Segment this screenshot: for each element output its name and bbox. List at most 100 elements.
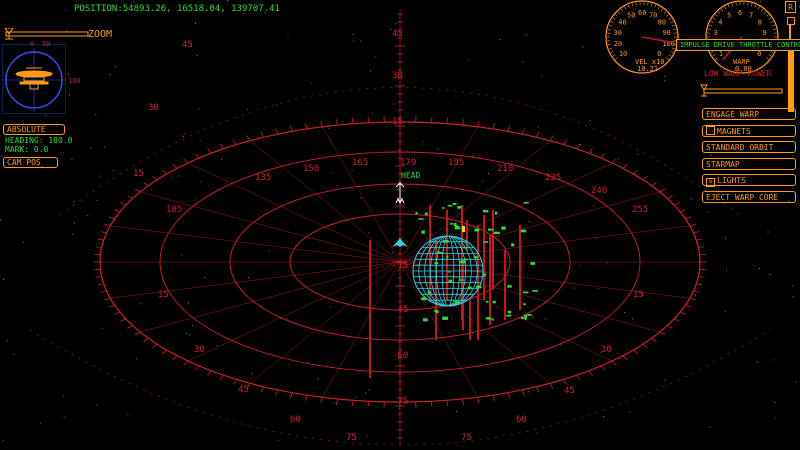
star bbox=[767, 231, 769, 233]
ring-tick bbox=[95, 246, 102, 248]
bearing-spoke bbox=[140, 191, 401, 263]
star bbox=[695, 294, 696, 296]
warp-power-slider[interactable] bbox=[700, 83, 784, 97]
ring-tick bbox=[183, 360, 189, 366]
star bbox=[71, 158, 73, 160]
star bbox=[101, 327, 103, 329]
impulse-tick-label: 30 bbox=[614, 29, 622, 37]
debris-chunk bbox=[436, 252, 443, 254]
checkbox-icon[interactable] bbox=[706, 125, 715, 135]
star bbox=[597, 288, 599, 290]
magnets-button[interactable]: MAGNETS bbox=[702, 124, 796, 137]
star bbox=[99, 175, 101, 177]
ring-tick bbox=[172, 355, 178, 360]
star bbox=[68, 94, 70, 96]
impulse-tick-label: 90 bbox=[662, 29, 670, 37]
star bbox=[172, 177, 174, 179]
ring-tick bbox=[134, 331, 141, 336]
star bbox=[707, 211, 709, 213]
bearing-spoke bbox=[399, 225, 690, 263]
star bbox=[40, 422, 42, 424]
ring-tick bbox=[120, 202, 127, 206]
star bbox=[268, 250, 270, 252]
standard-orbit-button[interactable]: STANDARD ORBIT bbox=[702, 141, 796, 154]
star bbox=[522, 61, 524, 63]
impulse-tick-label: 0 bbox=[657, 50, 661, 58]
button-label: MAGNETS bbox=[717, 126, 751, 136]
debris-chunk bbox=[447, 204, 453, 207]
debris-chunk bbox=[523, 202, 529, 204]
star bbox=[181, 254, 183, 256]
star bbox=[277, 439, 279, 441]
ring-tick bbox=[521, 128, 525, 135]
debris-chunk bbox=[442, 316, 449, 320]
ring-tick bbox=[305, 395, 308, 401]
pitch-label: -75 bbox=[392, 397, 408, 407]
star bbox=[759, 136, 761, 138]
star bbox=[127, 414, 129, 416]
player-ship-icon[interactable] bbox=[392, 238, 408, 247]
star bbox=[151, 188, 153, 190]
bearing-label: 179 bbox=[400, 158, 416, 168]
minimap[interactable] bbox=[1, 43, 67, 115]
lights-button[interactable]: × LIGHTS bbox=[702, 174, 796, 188]
star bbox=[195, 22, 196, 24]
star bbox=[774, 417, 776, 419]
starmap-button[interactable]: STARMAP bbox=[702, 157, 796, 170]
debris-chunk bbox=[527, 314, 532, 316]
star bbox=[65, 9, 67, 11]
debris-chunk bbox=[448, 270, 451, 273]
ring-tick bbox=[260, 386, 265, 393]
ring-tick bbox=[127, 325, 133, 329]
bearing-spoke bbox=[399, 140, 551, 263]
star bbox=[472, 155, 474, 157]
ring-tick bbox=[611, 158, 617, 164]
debris-chunk bbox=[424, 212, 428, 215]
star bbox=[45, 115, 47, 117]
absolute-button[interactable]: ABSOLUTE bbox=[3, 124, 65, 135]
star bbox=[355, 397, 357, 399]
ring-tick bbox=[289, 392, 293, 399]
throttle-bar[interactable] bbox=[788, 44, 794, 112]
reset-r-button[interactable]: R bbox=[785, 1, 796, 13]
star bbox=[395, 23, 397, 25]
debris-chunk bbox=[494, 231, 500, 235]
debris-chunk bbox=[450, 223, 453, 225]
eject-warp-core-button[interactable]: EJECT WARP CORE bbox=[702, 191, 796, 203]
ring-tick bbox=[689, 223, 696, 227]
ring-tick bbox=[233, 379, 237, 385]
ring-tick bbox=[642, 343, 648, 349]
star bbox=[709, 426, 711, 428]
engage-warp-button[interactable]: ENGAGE WARP bbox=[702, 108, 796, 120]
star bbox=[606, 262, 608, 264]
ring-tick bbox=[689, 297, 696, 301]
debris-chunk bbox=[452, 203, 457, 205]
debris-chunk bbox=[463, 258, 469, 261]
debris-chunk bbox=[473, 256, 479, 259]
impulse-tick-label: 50 bbox=[627, 12, 635, 20]
star bbox=[756, 361, 758, 363]
ring-tick bbox=[100, 231, 107, 234]
star bbox=[196, 54, 198, 56]
debris-chunk bbox=[501, 226, 506, 230]
star bbox=[95, 114, 97, 116]
ring-tick bbox=[104, 223, 111, 227]
ring-tick bbox=[430, 116, 433, 123]
checkbox-icon[interactable]: × bbox=[706, 178, 715, 188]
ring-tick bbox=[351, 117, 354, 124]
ring-tick bbox=[651, 182, 657, 187]
star bbox=[178, 175, 180, 177]
button-label: STANDARD ORBIT bbox=[706, 143, 774, 153]
ring-tick bbox=[97, 283, 104, 286]
ring-tick bbox=[492, 395, 495, 401]
star bbox=[573, 287, 575, 289]
cam-pos-button[interactable]: CAM POS bbox=[3, 157, 58, 168]
star bbox=[451, 317, 452, 319]
grid-labels: 135 150 165 179 195 210 225 240 255 105 45 30 15 -15 -… bbox=[133, 29, 648, 443]
star bbox=[396, 197, 398, 199]
zoom-slider[interactable] bbox=[4, 28, 90, 40]
ring-label: 45 bbox=[182, 40, 193, 50]
ring-tick bbox=[260, 131, 265, 138]
debris-chunk bbox=[507, 285, 512, 288]
star bbox=[726, 269, 728, 271]
